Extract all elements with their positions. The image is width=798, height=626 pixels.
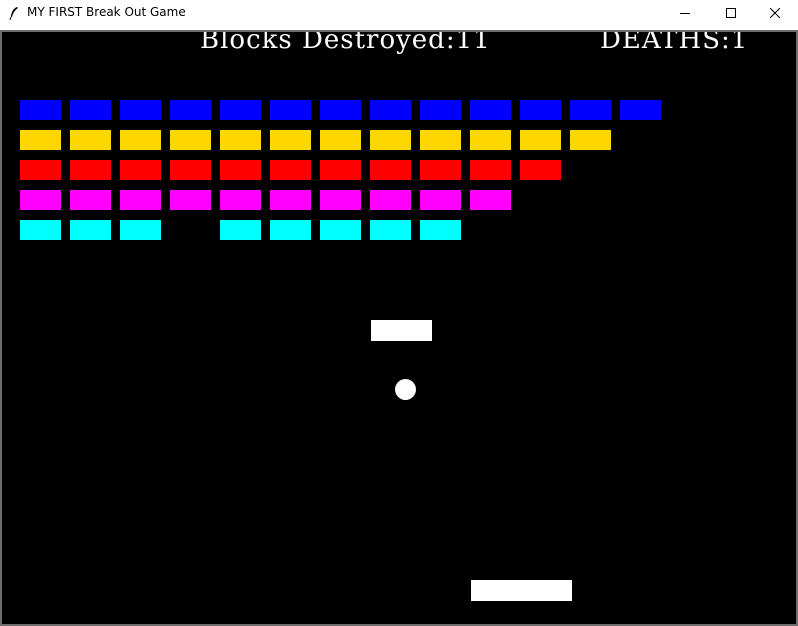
brick-yellow [20, 130, 61, 150]
brick-yellow [570, 130, 611, 150]
game-canvas[interactable]: Blocks Destroyed:11 DEATHS:1 [2, 32, 796, 624]
brick-blue [620, 100, 661, 120]
brick-magenta [370, 190, 411, 210]
brick-magenta [220, 190, 261, 210]
brick-yellow [270, 130, 311, 150]
brick-red [170, 160, 211, 180]
brick-red [420, 160, 461, 180]
brick-yellow [220, 130, 261, 150]
brick-blue [120, 100, 161, 120]
brick-yellow [520, 130, 561, 150]
minimize-button[interactable] [662, 0, 708, 24]
brick-red [270, 160, 311, 180]
brick-yellow [70, 130, 111, 150]
brick-blue [270, 100, 311, 120]
brick-yellow [370, 130, 411, 150]
brick-red [470, 160, 511, 180]
brick-cyan [320, 220, 361, 240]
brick-yellow [170, 130, 211, 150]
brick-cyan [120, 220, 161, 240]
brick-red [220, 160, 261, 180]
top-paddle [371, 320, 432, 341]
brick-blue [320, 100, 361, 120]
brick-cyan [220, 220, 261, 240]
brick-red [320, 160, 361, 180]
brick-yellow [470, 130, 511, 150]
minimize-icon [680, 3, 690, 22]
brick-blue [570, 100, 611, 120]
brick-cyan [270, 220, 311, 240]
brick-red [120, 160, 161, 180]
brick-magenta [470, 190, 511, 210]
blocks-destroyed-counter: Blocks Destroyed:11 [200, 32, 491, 55]
maximize-button[interactable] [708, 0, 754, 24]
brick-blue [70, 100, 111, 120]
brick-blue [520, 100, 561, 120]
brick-red [70, 160, 111, 180]
brick-blue [220, 100, 261, 120]
brick-blue [170, 100, 211, 120]
brick-red [370, 160, 411, 180]
brick-magenta [70, 190, 111, 210]
brick-cyan [370, 220, 411, 240]
window-title: MY FIRST Break Out Game [27, 5, 186, 19]
brick-blue [370, 100, 411, 120]
brick-magenta [270, 190, 311, 210]
brick-red [20, 160, 61, 180]
player-paddle[interactable] [471, 580, 572, 601]
brick-cyan [420, 220, 461, 240]
maximize-icon [726, 3, 736, 22]
brick-magenta [320, 190, 361, 210]
brick-blue [20, 100, 61, 120]
game-window: MY FIRST Break Out Game Blocks Destroyed… [0, 0, 798, 626]
deaths-counter: DEATHS:1 [600, 32, 749, 55]
ball [395, 379, 416, 400]
brick-cyan [20, 220, 61, 240]
brick-blue [420, 100, 461, 120]
brick-yellow [320, 130, 361, 150]
brick-magenta [420, 190, 461, 210]
feather-icon [6, 5, 22, 21]
brick-yellow [120, 130, 161, 150]
brick-magenta [120, 190, 161, 210]
brick-yellow [420, 130, 461, 150]
brick-magenta [170, 190, 211, 210]
close-icon [769, 3, 781, 22]
brick-blue [470, 100, 511, 120]
title-bar[interactable]: MY FIRST Break Out Game [0, 0, 798, 30]
brick-cyan [70, 220, 111, 240]
close-button[interactable] [752, 0, 798, 24]
brick-magenta [20, 190, 61, 210]
brick-red [520, 160, 561, 180]
